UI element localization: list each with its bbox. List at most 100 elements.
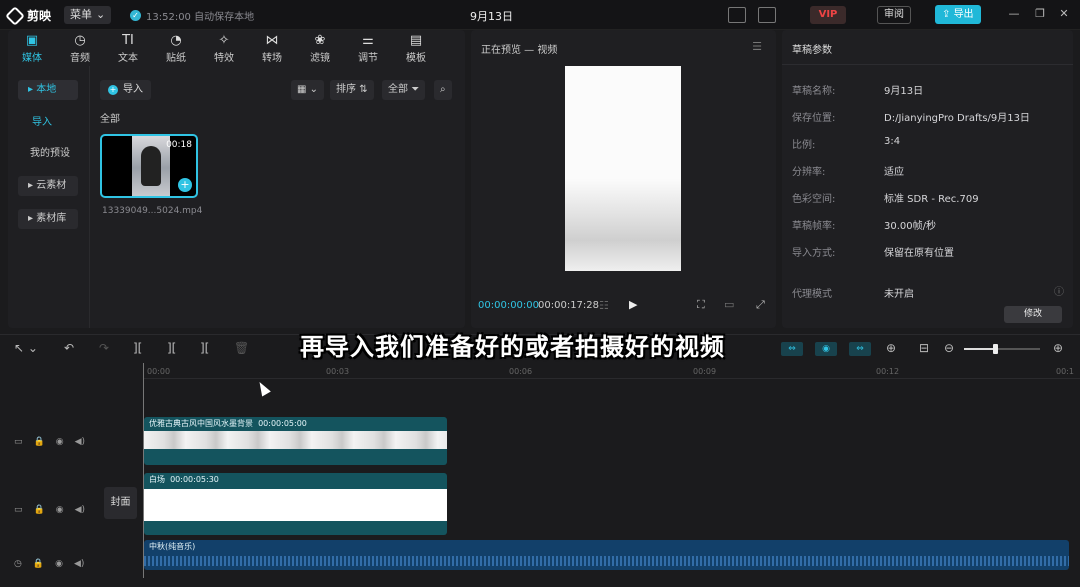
view-mode-button[interactable]: ▦ ⌄ [291,80,325,100]
clip-filmstrip [144,431,447,451]
clip-duration: 00:00:05:30 [170,475,219,484]
timeline-grid-icon[interactable]: ☷ [599,299,609,312]
tab-sticker[interactable]: ◔ 贴纸 [152,30,200,66]
tab-media[interactable]: ▣ 媒体 [8,30,56,66]
play-icon[interactable]: ▶ [629,298,637,311]
export-button[interactable]: ⇪ 导出 [935,5,981,24]
ratio-icon[interactable]: ▭ [724,298,734,311]
save-status: ✓ 13:52:00 自动保存本地 [130,8,254,23]
magnet-icon[interactable]: ◉ [815,342,837,356]
layout-icon[interactable] [758,7,776,23]
fullscreen-focus-icon[interactable]: ⛶ [697,298,705,312]
tab-text[interactable]: TI 文本 [104,30,152,66]
timeline-ruler[interactable]: 00:00 00:03 00:06 00:09 00:12 00:1 [143,365,1080,379]
cover-button[interactable]: 封面 [104,487,137,519]
tick-label: 00:09 [693,367,717,376]
tab-transition[interactable]: ⋈ 转场 [248,30,296,66]
info-icon[interactable]: ⓘ [1054,283,1064,298]
tab-label: 音频 [70,53,90,64]
undo-icon[interactable]: ↶ [64,341,74,355]
tab-label: 媒体 [22,53,42,64]
sidebar-item-cloud[interactable]: ▸ 云素材 [18,176,78,196]
sidebar-item-label: 我的预设 [30,148,70,159]
audio-track-icon: ◷ [14,559,22,569]
search-button[interactable]: ⌕ [434,80,452,100]
video-clip-ink-background[interactable]: 优雅古典古风中国风水墨背景 00:00:05:00 [144,417,447,465]
save-status-text: 13:52:00 自动保存本地 [146,12,255,23]
eye-icon[interactable]: ◉ [56,437,64,447]
sidebar-item-library[interactable]: ▸ 素材库 [18,209,78,229]
lock-icon[interactable]: 🔒 [33,559,44,569]
close-icon[interactable]: ✕ [1058,8,1070,20]
property-key: 比例: [792,140,816,151]
zoom-out-icon[interactable]: ⊖ [944,341,954,355]
vip-badge[interactable]: VIP [810,6,846,24]
import-button[interactable]: + 导入 [100,80,151,100]
zoom-in-icon[interactable]: ⊕ [1053,341,1063,355]
lock-icon[interactable]: 🔒 [34,505,45,515]
trim-right-icon[interactable]: ][ [200,341,209,355]
zoom-slider[interactable] [964,344,1040,354]
title-bar: 剪映 菜单 ⌄ ✓ 13:52:00 自动保存本地 9月13日 VIP 审阅 ⇪… [0,0,1080,30]
media-icon: ▣ [25,33,39,48]
property-value: 30.00帧/秒 [884,221,936,232]
video-clip-white[interactable]: 白场 00:00:05:30 [144,473,447,535]
tab-effects[interactable]: ✧ 特效 [200,30,248,66]
sidebar-item-import[interactable]: 导入 [18,113,78,133]
speaker-icon[interactable]: ◀) [75,437,85,447]
restore-icon[interactable]: ❐ [1034,8,1046,20]
property-value: 保留在原有位置 [884,248,954,259]
menu-icon[interactable]: ☰ [752,40,762,53]
link-icon[interactable]: ⇔ [781,342,803,356]
funnel-icon: ⏷ [411,84,420,95]
filter-button[interactable]: 全部 ⏷ [382,80,426,100]
media-tabs: ▣ 媒体 ◷ 音频 TI 文本 ◔ 贴纸 ✧ 特效 ⋈ 转场 ❀ 滤镜 ⚌ 调节 ▤ 模板 [8,30,465,66]
review-button[interactable]: 审阅 [877,6,911,24]
preview-axis-icon[interactable]: ⊕ [886,341,896,355]
chevron-down-icon: ⌄ [96,8,106,21]
text-icon: TI [122,33,134,48]
eye-icon[interactable]: ◉ [56,505,64,515]
effects-icon: ✧ [218,33,230,48]
properties-title: 草稿参数 [792,45,832,56]
lock-icon[interactable]: 🔒 [34,437,45,447]
grid-icon: ▦ ⌄ [297,84,319,95]
tab-label: 转场 [262,53,282,64]
add-to-timeline-icon[interactable]: + [178,178,192,192]
zoom-handle[interactable] [992,344,998,354]
tab-label: 特效 [214,53,234,64]
speaker-icon[interactable]: ◀) [75,505,85,515]
zoom-fill [964,348,995,350]
sidebar-item-label: 本地 [36,84,57,95]
snap-icon[interactable]: ⇔ [849,342,871,356]
sidebar-item-local[interactable]: ▸ 本地 [18,80,78,100]
media-clip-card[interactable]: 00:18 + [100,134,198,198]
clip-filename: 13339049...5024.mp4 [102,206,203,216]
keyboard-icon[interactable] [728,7,746,23]
trim-left-icon[interactable]: ][ [167,341,176,355]
media-sidebar: ▸ 本地 导入 我的预设 ▸ 云素材 ▸ 素材库 [8,66,90,328]
tab-audio[interactable]: ◷ 音频 [56,30,104,66]
tab-adjust[interactable]: ⚌ 调节 [344,30,392,66]
sidebar-item-my-presets[interactable]: 我的预设 [18,144,78,164]
select-cursor-icon[interactable]: ↖ ⌄ [14,341,38,355]
sort-button[interactable]: 排序 ⇅ [330,80,374,100]
draft-properties-panel: 草稿参数 草稿名称: 9月13日 保存位置: D:/JianyingPro Draf… [782,30,1073,328]
expand-icon[interactable]: ⤢ [756,298,765,312]
audio-clip[interactable]: 中秋(纯音乐) [144,540,1069,570]
preview-canvas[interactable] [565,66,681,271]
edit-button[interactable]: 修改 [1004,306,1062,323]
project-title: 9月13日 [470,10,513,23]
menu-button[interactable]: 菜单 ⌄ [64,6,112,24]
split-icon[interactable]: ][ [133,341,142,355]
property-row: 草稿名称: 9月13日 [792,82,1062,97]
media-panel: ▣ 媒体 ◷ 音频 TI 文本 ◔ 贴纸 ✧ 特效 ⋈ 转场 ❀ 滤镜 ⚌ 调节 ▤ 模板 ▸ 本… [8,30,465,328]
minimize-icon[interactable]: — [1008,8,1020,20]
tab-template[interactable]: ▤ 模板 [392,30,440,66]
subtitle-icon[interactable]: ⊟ [919,341,929,355]
speaker-icon[interactable]: ◀) [74,559,84,569]
eye-icon[interactable]: ◉ [55,559,63,569]
tab-filter[interactable]: ❀ 滤镜 [296,30,344,66]
property-key: 分辨率: [792,167,826,178]
property-key: 草稿名称: [792,86,836,97]
